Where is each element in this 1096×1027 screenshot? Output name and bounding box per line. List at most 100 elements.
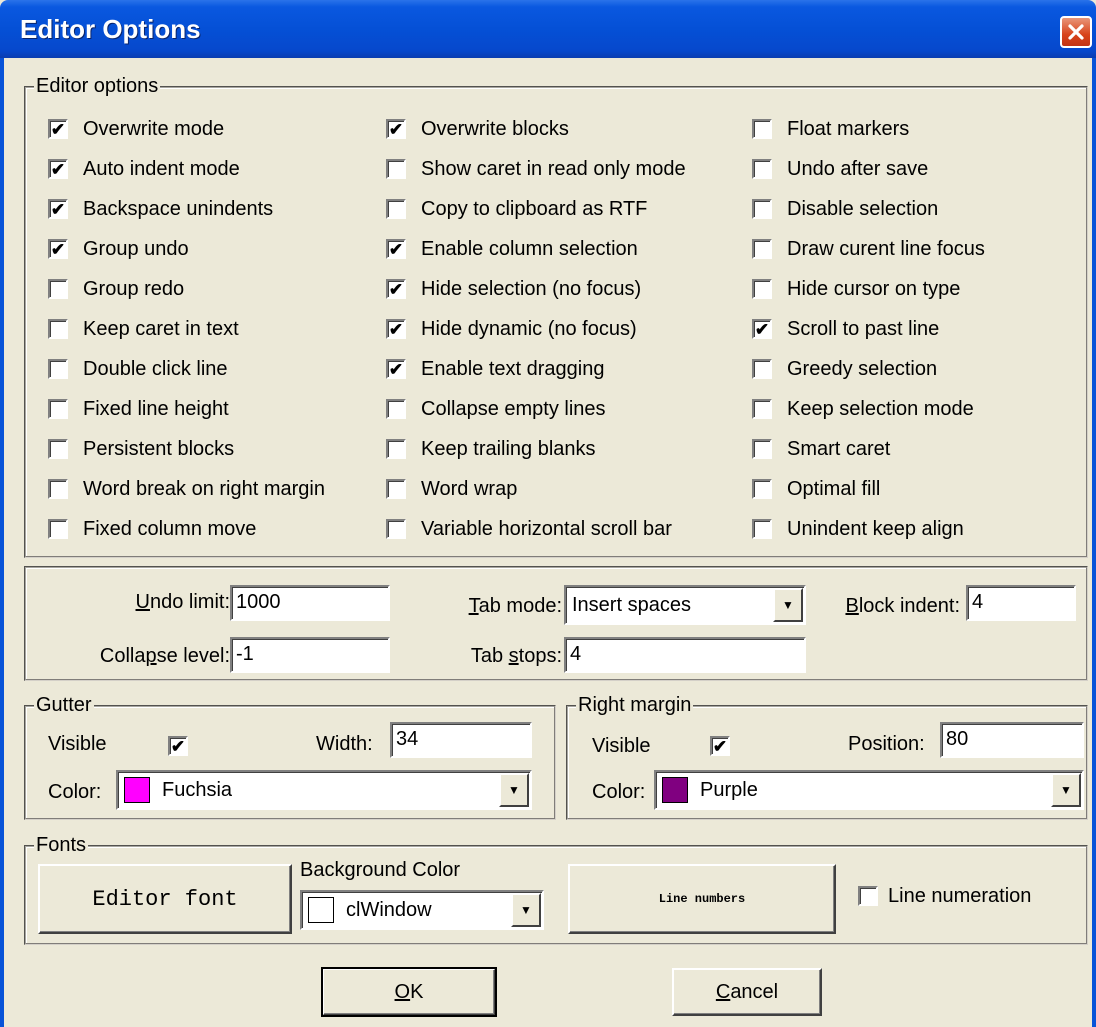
option-checkbox[interactable]: [386, 159, 406, 179]
option-checkbox-row[interactable]: Copy to clipboard as RTF: [386, 197, 647, 221]
tab-stops-input[interactable]: 4: [564, 637, 806, 673]
option-checkbox-row[interactable]: ✔ Overwrite mode: [48, 117, 224, 141]
option-checkbox[interactable]: ✔: [48, 239, 68, 259]
option-checkbox[interactable]: [752, 359, 772, 379]
option-checkbox[interactable]: [48, 279, 68, 299]
option-checkbox-row[interactable]: ✔ Hide dynamic (no focus): [386, 317, 637, 341]
option-checkbox-row[interactable]: ✔ Scroll to past line: [752, 317, 939, 341]
line-numbers-button[interactable]: Line numbers: [568, 864, 836, 934]
option-checkbox[interactable]: [386, 399, 406, 419]
option-checkbox[interactable]: ✔: [752, 319, 772, 339]
option-checkbox-row[interactable]: Word break on right margin: [48, 477, 325, 501]
option-label: Keep selection mode: [787, 398, 974, 420]
option-checkbox[interactable]: [752, 479, 772, 499]
collapse-level-input[interactable]: -1: [230, 637, 390, 673]
option-checkbox-row[interactable]: Optimal fill: [752, 477, 880, 501]
right-margin-color-select[interactable]: Purple ▼: [654, 770, 1084, 810]
gutter-color-dropdown-button[interactable]: ▼: [499, 773, 529, 807]
tab-mode-select[interactable]: Insert spaces ▼: [564, 585, 806, 625]
option-checkbox-row[interactable]: ✔ Backspace unindents: [48, 197, 273, 221]
chevron-down-icon: ▼: [520, 903, 532, 917]
line-numeration-checkbox-row[interactable]: Line numeration: [858, 884, 1031, 908]
option-checkbox-row[interactable]: Undo after save: [752, 157, 928, 181]
close-icon: [1068, 24, 1084, 40]
line-numeration-checkbox[interactable]: [858, 886, 878, 906]
undo-limit-input[interactable]: 1000: [230, 585, 390, 621]
option-checkbox-row[interactable]: Show caret in read only mode: [386, 157, 686, 181]
right-margin-position-label: Position:: [848, 733, 925, 755]
option-checkbox-row[interactable]: Collapse empty lines: [386, 397, 606, 421]
option-checkbox[interactable]: [48, 359, 68, 379]
option-checkbox-row[interactable]: Persistent blocks: [48, 437, 234, 461]
right-margin-color-swatch: [662, 777, 688, 803]
option-checkbox[interactable]: [752, 159, 772, 179]
option-label: Group redo: [83, 278, 185, 300]
option-checkbox-row[interactable]: Draw curent line focus: [752, 237, 985, 261]
block-indent-input[interactable]: 4: [966, 585, 1076, 621]
option-checkbox[interactable]: ✔: [386, 239, 406, 259]
option-checkbox[interactable]: [48, 519, 68, 539]
option-checkbox[interactable]: [752, 199, 772, 219]
option-checkbox[interactable]: ✔: [386, 319, 406, 339]
option-checkbox-row[interactable]: Keep selection mode: [752, 397, 974, 421]
option-checkbox[interactable]: [386, 479, 406, 499]
option-checkbox-row[interactable]: Variable horizontal scroll bar: [386, 517, 672, 541]
option-checkbox[interactable]: [48, 439, 68, 459]
gutter-width-input[interactable]: 34: [390, 722, 532, 758]
option-checkbox-row[interactable]: Keep caret in text: [48, 317, 239, 341]
option-checkbox[interactable]: ✔: [48, 199, 68, 219]
option-checkbox-row[interactable]: Group redo: [48, 277, 184, 301]
option-checkbox-row[interactable]: Keep trailing blanks: [386, 437, 596, 461]
option-checkbox[interactable]: [752, 519, 772, 539]
gutter-color-select[interactable]: Fuchsia ▼: [116, 770, 532, 810]
option-checkbox[interactable]: ✔: [386, 359, 406, 379]
background-color-select[interactable]: clWindow ▼: [300, 890, 544, 930]
option-checkbox-row[interactable]: ✔ Group undo: [48, 237, 189, 261]
option-checkbox-row[interactable]: ✔ Auto indent mode: [48, 157, 240, 181]
option-checkbox-row[interactable]: Smart caret: [752, 437, 890, 461]
option-checkbox[interactable]: [386, 519, 406, 539]
option-checkbox[interactable]: [752, 279, 772, 299]
right-margin-color-value: Purple: [700, 778, 758, 801]
option-checkbox[interactable]: [48, 479, 68, 499]
option-checkbox[interactable]: ✔: [386, 279, 406, 299]
option-checkbox-row[interactable]: ✔ Overwrite blocks: [386, 117, 569, 141]
tab-mode-dropdown-button[interactable]: ▼: [773, 588, 803, 622]
option-checkbox[interactable]: [752, 119, 772, 139]
option-checkbox[interactable]: [48, 319, 68, 339]
option-checkbox-row[interactable]: Float markers: [752, 117, 909, 141]
background-color-dropdown-button[interactable]: ▼: [511, 893, 541, 927]
option-checkbox-row[interactable]: Disable selection: [752, 197, 938, 221]
gutter-visible-checkbox[interactable]: ✔: [168, 736, 188, 756]
option-checkbox[interactable]: ✔: [48, 159, 68, 179]
option-checkbox-row[interactable]: Unindent keep align: [752, 517, 964, 541]
option-label: Draw curent line focus: [787, 238, 985, 260]
option-checkbox[interactable]: ✔: [386, 119, 406, 139]
option-checkbox[interactable]: [386, 199, 406, 219]
option-checkbox-row[interactable]: ✔ Enable column selection: [386, 237, 638, 261]
cancel-button[interactable]: Cancel: [672, 968, 822, 1016]
right-margin-position-input[interactable]: 80: [940, 722, 1084, 758]
option-label: Float markers: [787, 118, 910, 140]
right-margin-color-dropdown-button[interactable]: ▼: [1051, 773, 1081, 807]
option-checkbox-row[interactable]: ✔ Hide selection (no focus): [386, 277, 641, 301]
option-checkbox[interactable]: [48, 399, 68, 419]
editor-font-button[interactable]: Editor font: [38, 864, 292, 934]
option-checkbox-row[interactable]: Hide cursor on type: [752, 277, 960, 301]
option-checkbox-row[interactable]: ✔ Enable text dragging: [386, 357, 604, 381]
option-checkbox[interactable]: [386, 439, 406, 459]
tab-mode-label: Tab mode:: [468, 595, 562, 617]
option-checkbox-row[interactable]: Greedy selection: [752, 357, 937, 381]
right-margin-visible-checkbox[interactable]: ✔: [710, 736, 730, 756]
option-checkbox-row[interactable]: Word wrap: [386, 477, 517, 501]
option-label: Show caret in read only mode: [421, 158, 686, 180]
ok-button[interactable]: OK: [321, 967, 497, 1017]
option-checkbox[interactable]: ✔: [48, 119, 68, 139]
option-checkbox-row[interactable]: Fixed line height: [48, 397, 229, 421]
option-checkbox[interactable]: [752, 239, 772, 259]
option-checkbox-row[interactable]: Fixed column move: [48, 517, 256, 541]
option-checkbox[interactable]: [752, 439, 772, 459]
option-checkbox[interactable]: [752, 399, 772, 419]
close-button[interactable]: [1060, 16, 1092, 48]
option-checkbox-row[interactable]: Double click line: [48, 357, 228, 381]
